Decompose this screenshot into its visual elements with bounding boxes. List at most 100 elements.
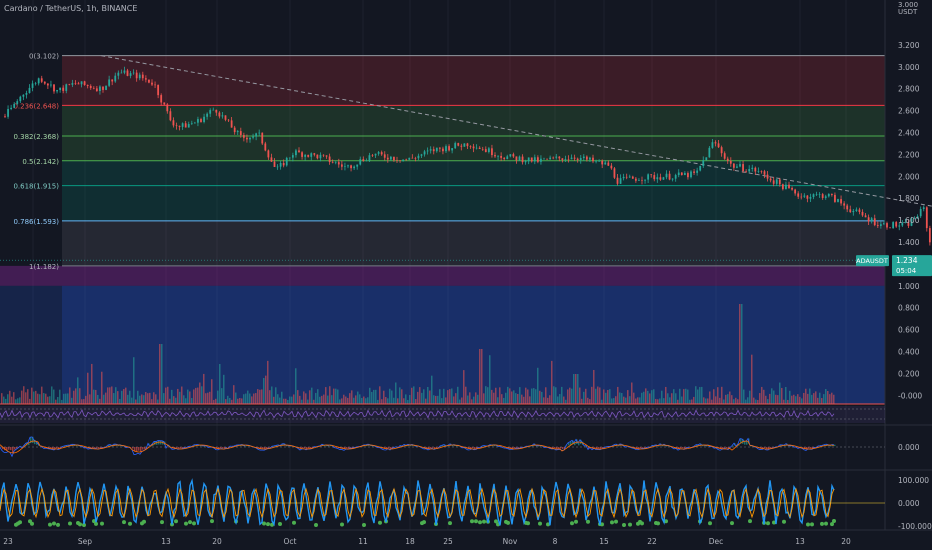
time-axis-label: Nov bbox=[503, 537, 518, 546]
volume-bar bbox=[587, 397, 589, 404]
volume-bar bbox=[665, 386, 667, 404]
volume-bar bbox=[523, 396, 525, 404]
candle-body bbox=[454, 143, 457, 149]
volume-bar bbox=[39, 394, 41, 404]
volume-bar bbox=[389, 388, 391, 404]
volume-bar bbox=[483, 393, 485, 404]
volume-bar bbox=[75, 388, 77, 404]
stoch-dot bbox=[142, 519, 146, 524]
volume-bar bbox=[571, 388, 573, 404]
candle-body bbox=[105, 85, 107, 90]
candle-body bbox=[732, 163, 735, 168]
candle-body bbox=[28, 87, 31, 93]
candle-body bbox=[181, 123, 184, 127]
candle-body bbox=[273, 161, 276, 168]
volume-bar bbox=[823, 394, 825, 404]
price-chart[interactable]: 0(3.102) 0.236(2.648) 0.382(2.368) 0.5(2.14… bbox=[0, 0, 932, 550]
macd-histogram-bar bbox=[436, 447, 438, 449]
volume-bar bbox=[395, 382, 397, 404]
candle-body bbox=[114, 75, 117, 82]
time-axis-label: 13 bbox=[795, 537, 805, 546]
candle-body bbox=[668, 173, 671, 180]
volume-bar bbox=[19, 397, 21, 404]
volume-bar bbox=[55, 399, 57, 404]
volume-bar bbox=[223, 374, 225, 404]
macd-histogram-bar bbox=[304, 447, 306, 449]
volume-bar bbox=[645, 388, 647, 404]
candle-body bbox=[233, 127, 236, 133]
macd-histogram-bar bbox=[834, 444, 836, 447]
volume-bar bbox=[323, 394, 325, 404]
candle-body bbox=[129, 73, 132, 76]
volume-bar bbox=[721, 386, 723, 404]
volume-bar bbox=[249, 393, 251, 404]
stoch-dot bbox=[526, 521, 530, 526]
volume-bar bbox=[283, 398, 285, 404]
stoch-dot bbox=[18, 520, 22, 525]
candle-body bbox=[659, 177, 662, 180]
volume-bar bbox=[785, 386, 787, 404]
volume-bar bbox=[445, 397, 447, 404]
volume-bar bbox=[461, 397, 463, 404]
volume-bar bbox=[607, 390, 609, 404]
volume-bar bbox=[197, 387, 199, 404]
candle-body bbox=[494, 155, 496, 157]
volume-bar bbox=[217, 390, 219, 404]
macd-histogram-bar bbox=[8, 447, 10, 450]
candle-body bbox=[589, 157, 591, 160]
candle-body bbox=[491, 148, 493, 156]
volume-bar bbox=[139, 395, 141, 404]
fib-label-0.5: 0.5(2.142) bbox=[22, 158, 59, 166]
candle-body bbox=[132, 72, 135, 74]
macd-axis-label: 0.000 bbox=[898, 443, 920, 452]
volume-bar bbox=[413, 386, 415, 404]
fib-band-0.786 bbox=[62, 220, 885, 266]
macd-histogram-bar bbox=[138, 447, 140, 451]
candle-body bbox=[858, 209, 861, 212]
candle-body bbox=[546, 158, 548, 160]
symbol-title-text: Cardano / TetherUS, 1h, BINANCE bbox=[4, 4, 138, 13]
candle-body bbox=[582, 156, 585, 159]
price-axis-label: 2.200 bbox=[898, 150, 920, 159]
macd-histogram-bar bbox=[516, 447, 518, 448]
volume-bar bbox=[497, 397, 499, 404]
fib-band-extension-blue-left bbox=[0, 285, 62, 404]
candle-body bbox=[389, 156, 392, 160]
volume-bar bbox=[593, 369, 595, 404]
candle-body bbox=[463, 143, 466, 147]
volume-bar bbox=[267, 360, 269, 404]
volume-bar bbox=[147, 393, 149, 404]
volume-bar bbox=[5, 398, 7, 404]
volume-bar bbox=[115, 387, 117, 404]
volume-bar bbox=[279, 397, 281, 404]
candle-body bbox=[313, 153, 316, 155]
volume-bar bbox=[751, 354, 753, 404]
volume-bar bbox=[33, 391, 35, 404]
price-axis-label: 3.000 bbox=[898, 63, 920, 72]
volume-bar bbox=[325, 387, 327, 404]
volume-bar bbox=[669, 397, 671, 404]
volume-bar bbox=[83, 399, 85, 404]
volume-bar bbox=[453, 396, 455, 404]
volume-bar bbox=[179, 391, 181, 404]
volume-bar bbox=[531, 388, 533, 404]
volume-bar bbox=[793, 394, 795, 404]
volume-bar bbox=[789, 390, 791, 404]
candle-body bbox=[815, 194, 818, 195]
volume-bar bbox=[515, 393, 517, 404]
volume-bar bbox=[277, 394, 279, 404]
macd-histogram-bar bbox=[764, 447, 766, 448]
volume-bar bbox=[603, 389, 605, 404]
volume-bar bbox=[771, 388, 773, 404]
candle-body bbox=[267, 150, 270, 158]
candle-body bbox=[506, 156, 509, 160]
candle-body bbox=[304, 154, 307, 157]
volume-bar bbox=[717, 387, 719, 404]
volume-bar bbox=[189, 391, 191, 404]
volume-bar bbox=[815, 391, 817, 404]
candle-body bbox=[242, 135, 245, 138]
candle-body bbox=[151, 82, 153, 85]
candle-body bbox=[83, 81, 86, 86]
macd-histogram-bar bbox=[518, 447, 520, 448]
volume-bar bbox=[405, 394, 407, 404]
